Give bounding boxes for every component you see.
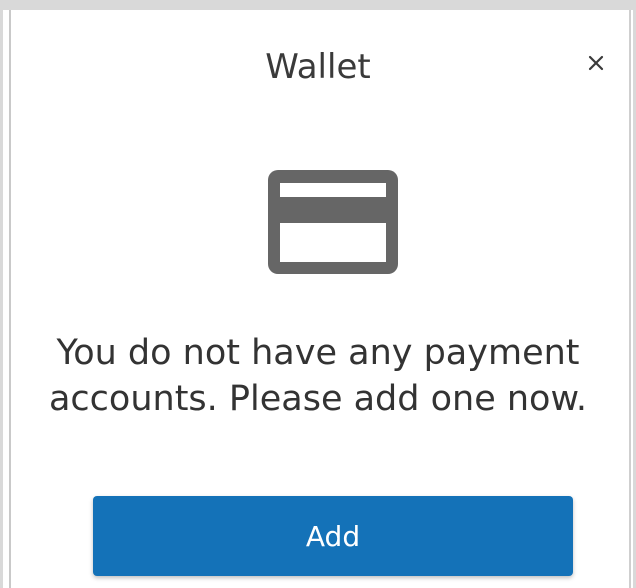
credit-card-icon [268,170,398,274]
wallet-dialog: Wallet You do not have any payment accou… [0,0,636,588]
close-icon [588,55,604,71]
empty-state-message: You do not have any payment accounts. Pl… [48,333,588,419]
add-button[interactable]: Add [93,496,573,576]
dialog-title: Wallet [265,47,371,87]
close-button[interactable] [585,52,607,74]
